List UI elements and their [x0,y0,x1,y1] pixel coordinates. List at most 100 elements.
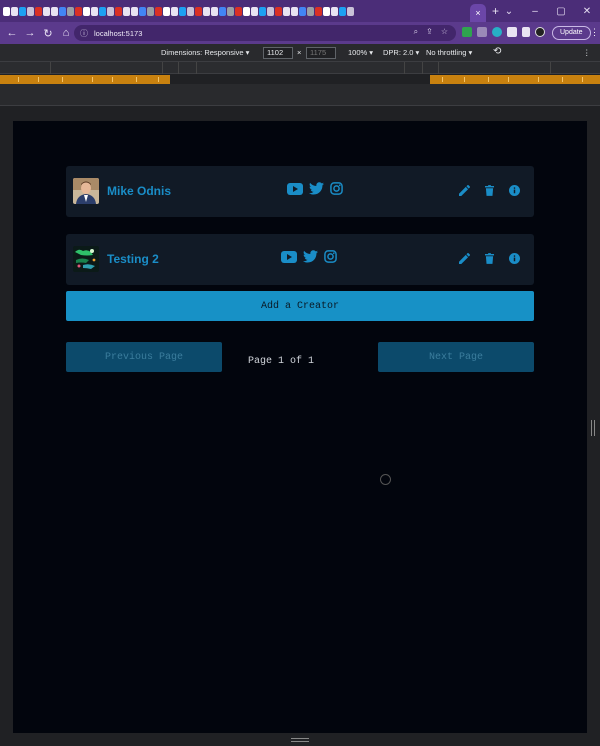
update-button[interactable]: Update [552,26,591,40]
browser-toolbar: ← → ↻ ⌂ ⓘ localhost:5173 ⌕ ⇪ ☆ Update ⋮ [0,22,600,44]
tab-search-icon[interactable]: ⌄ [496,6,522,17]
info-icon[interactable] [509,253,520,264]
tab-favicon-icon[interactable] [123,6,130,16]
tab-favicon-icon[interactable] [187,6,194,16]
extension-icon[interactable] [492,27,502,37]
tab-favicon-icon[interactable] [115,6,122,16]
instagram-icon[interactable] [330,182,343,195]
bookmark-star-icon[interactable]: ☆ [441,27,448,37]
extension-icon[interactable] [462,27,472,37]
tab-favicon-icon[interactable] [67,6,74,16]
width-input[interactable]: 1102 [263,47,293,59]
youtube-icon[interactable] [281,250,297,263]
site-info-icon[interactable]: ⓘ [80,28,88,39]
tab-favicon-icon[interactable] [227,6,234,16]
tab-favicon-icon[interactable] [51,6,58,16]
tab-favicon-icon[interactable] [19,6,26,16]
tab-favicon-icon[interactable] [11,6,18,16]
maximize-icon[interactable]: ▢ [548,6,574,17]
tab-favicon-icon[interactable] [259,6,266,16]
browser-menu-icon[interactable]: ⋮ [590,27,599,38]
tab-favicon-icon[interactable] [155,6,162,16]
minimize-icon[interactable]: – [522,6,548,17]
tab-favicon-icon[interactable] [3,6,10,16]
tab-favicon-icon[interactable] [59,6,66,16]
tab-favicon-icon[interactable] [195,6,202,16]
creator-avatar [73,246,99,272]
tab-favicon-icon[interactable] [163,6,170,16]
tab-favicon-icon[interactable] [179,6,186,16]
tab-favicon-icon[interactable] [291,6,298,16]
tab-favicon-icon[interactable] [339,6,346,16]
tab-favicon-icon[interactable] [315,6,322,16]
tab-favicon-icon[interactable] [75,6,82,16]
tab-favicon-icon[interactable] [243,6,250,16]
info-icon[interactable] [509,185,520,196]
delete-icon[interactable] [485,185,494,196]
zoom-dropdown[interactable]: 100% ▾ [348,48,373,57]
tab-favicon-icon[interactable] [83,6,90,16]
add-creator-button[interactable]: Add a Creator [66,291,534,321]
extension-icon[interactable] [477,27,487,37]
tab-favicon-icon[interactable] [211,6,218,16]
next-page-button[interactable]: Next Page [378,342,534,372]
tab-favicon-icon[interactable] [331,6,338,16]
forward-icon[interactable]: → [21,27,39,39]
creator-name[interactable]: Testing 2 [107,252,159,266]
dpr-dropdown[interactable]: DPR: 2.0 ▾ [383,48,419,57]
instagram-icon[interactable] [324,250,337,263]
edit-icon[interactable] [459,185,470,196]
tab-favicon-icon[interactable] [107,6,114,16]
tab-favicon-icon[interactable] [275,6,282,16]
tab-favicon-icon[interactable] [203,6,210,16]
creator-name[interactable]: Mike Odnis [107,184,171,198]
back-icon[interactable]: ← [3,27,21,39]
home-icon[interactable]: ⌂ [57,27,75,39]
tab-favicon-icon[interactable] [219,6,226,16]
tab-favicon-icon[interactable] [139,6,146,16]
tab-favicon-icon[interactable] [27,6,34,16]
profile-avatar[interactable] [535,27,545,37]
twitter-icon[interactable] [309,182,324,195]
size-presets-bar[interactable] [0,62,600,74]
tab-favicon-icon[interactable] [283,6,290,16]
height-input[interactable]: 1175 [306,47,336,59]
tab-favicon-icon[interactable] [91,6,98,16]
reload-icon[interactable]: ↻ [39,27,57,40]
delete-icon[interactable] [485,253,494,264]
twitter-icon[interactable] [303,250,318,263]
throttling-dropdown[interactable]: No throttling ▾ [426,48,472,57]
share-icon[interactable]: ⇪ [426,27,433,37]
side-panel-icon[interactable] [522,27,530,37]
tab-favicon-icon[interactable] [251,6,258,16]
rotate-icon[interactable]: ⟲ [493,46,501,57]
tab-favicon-icon[interactable] [131,6,138,16]
tab-favicon-icon[interactable] [171,6,178,16]
tab-favicon-icon[interactable] [323,6,330,16]
address-bar[interactable]: ⓘ localhost:5173 ⌕ ⇪ ☆ [74,25,456,41]
devtools-more-icon[interactable]: ⋮ [583,48,591,57]
tab-favicon-icon[interactable] [147,6,154,16]
extensions-puzzle-icon[interactable] [507,27,517,37]
media-query-bar-right[interactable] [430,75,600,84]
dimensions-dropdown[interactable]: Dimensions: Responsive ▾ [161,48,249,57]
viewport-resize-handle-bottom[interactable] [291,738,309,742]
media-query-bar-left[interactable] [0,75,170,84]
previous-page-button[interactable]: Previous Page [66,342,222,372]
tab-favicon-icon[interactable] [43,6,50,16]
close-tab-icon[interactable]: × [475,8,480,18]
tab-favicon-icon[interactable] [307,6,314,16]
tab-favicon-icon[interactable] [99,6,106,16]
edit-icon[interactable] [459,253,470,264]
close-window-icon[interactable]: ✕ [574,6,600,17]
zoom-icon[interactable]: ⌕ [414,27,418,37]
active-tab[interactable]: × [470,4,486,22]
tab-favicon-icon[interactable] [347,6,354,16]
throttling-label: No throttling [426,48,467,57]
viewport-resize-handle-right[interactable] [591,420,595,436]
tab-favicon-icon[interactable] [35,6,42,16]
tab-favicon-icon[interactable] [299,6,306,16]
tab-favicon-icon[interactable] [235,6,242,16]
youtube-icon[interactable] [287,182,303,195]
tab-favicon-icon[interactable] [267,6,274,16]
